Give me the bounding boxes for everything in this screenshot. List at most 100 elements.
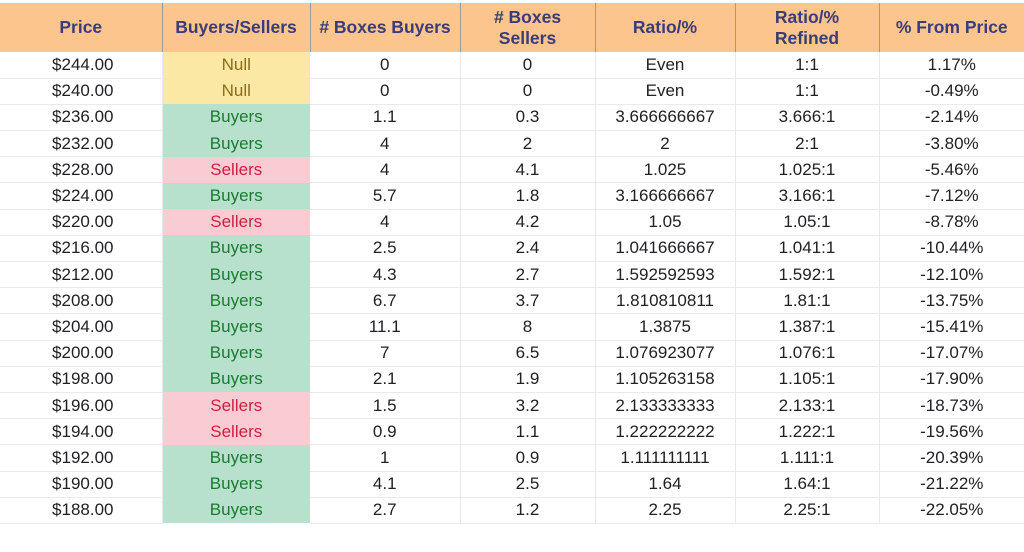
- cell-percent-from-price[interactable]: -17.07%: [879, 340, 1024, 367]
- cell-boxes-buyers[interactable]: 1.1: [310, 104, 461, 132]
- cell-boxes-buyers[interactable]: 0.9: [310, 418, 461, 446]
- cell-ratio-refined[interactable]: 1.041:1: [735, 235, 880, 263]
- cell-price[interactable]: $192.00: [0, 444, 163, 472]
- cell-boxes-buyers[interactable]: 7: [310, 340, 461, 367]
- cell-buyers-sellers-status[interactable]: Buyers: [162, 444, 310, 471]
- cell-price[interactable]: $224.00: [0, 182, 163, 210]
- cell-ratio[interactable]: 1.3875: [595, 313, 736, 341]
- cell-price[interactable]: $216.00: [0, 235, 163, 263]
- cell-price[interactable]: $232.00: [0, 130, 163, 158]
- cell-price[interactable]: $188.00: [0, 497, 163, 524]
- cell-percent-from-price[interactable]: -0.49%: [879, 78, 1024, 105]
- cell-price[interactable]: $208.00: [0, 287, 163, 315]
- cell-percent-from-price[interactable]: -12.10%: [879, 261, 1024, 289]
- cell-ratio[interactable]: 3.166666667: [595, 182, 736, 210]
- cell-buyers-sellers-status[interactable]: Buyers: [162, 130, 310, 157]
- cell-price[interactable]: $220.00: [0, 209, 163, 236]
- cell-percent-from-price[interactable]: -18.73%: [879, 392, 1024, 420]
- column-header-pct[interactable]: % From Price: [879, 3, 1024, 52]
- column-header-bs[interactable]: Buyers/Sellers: [162, 3, 311, 52]
- cell-percent-from-price[interactable]: 1.17%: [879, 52, 1024, 79]
- cell-boxes-sellers[interactable]: 0.3: [460, 104, 596, 132]
- cell-boxes-buyers[interactable]: 2.7: [310, 497, 461, 524]
- cell-ratio[interactable]: 1.105263158: [595, 366, 736, 393]
- cell-boxes-sellers[interactable]: 1.9: [460, 366, 596, 393]
- cell-ratio-refined[interactable]: 1.222:1: [735, 418, 880, 446]
- table-row[interactable]: $208.00 Buyers 6.7 3.7 1.810810811 1.81:1 -13.…: [0, 287, 1024, 315]
- cell-ratio[interactable]: 1.05: [595, 209, 736, 236]
- cell-buyers-sellers-status[interactable]: Buyers: [162, 313, 310, 341]
- cell-percent-from-price[interactable]: -10.44%: [879, 235, 1024, 263]
- table-row[interactable]: $220.00 Sellers 4 4.2 1.05 1.05:1 -8.78%: [0, 209, 1024, 236]
- cell-ratio-refined[interactable]: 1.387:1: [735, 313, 880, 341]
- cell-ratio-refined[interactable]: 1.81:1: [735, 287, 880, 315]
- cell-boxes-sellers[interactable]: 6.5: [460, 340, 596, 367]
- column-header-boxes_buy[interactable]: # Boxes Buyers: [310, 3, 461, 52]
- cell-buyers-sellers-status[interactable]: Null: [162, 78, 310, 105]
- cell-price[interactable]: $228.00: [0, 156, 163, 184]
- table-row[interactable]: $216.00 Buyers 2.5 2.4 1.041666667 1.041:1 -10…: [0, 235, 1024, 263]
- cell-boxes-buyers[interactable]: 2.5: [310, 235, 461, 263]
- cell-buyers-sellers-status[interactable]: Sellers: [162, 209, 310, 236]
- cell-boxes-buyers[interactable]: 2.1: [310, 366, 461, 393]
- cell-percent-from-price[interactable]: -13.75%: [879, 287, 1024, 315]
- cell-price[interactable]: $212.00: [0, 261, 163, 289]
- cell-ratio[interactable]: 1.041666667: [595, 235, 736, 263]
- cell-boxes-buyers[interactable]: 4.1: [310, 471, 461, 498]
- cell-ratio-refined[interactable]: 1.111:1: [735, 444, 880, 472]
- cell-boxes-sellers[interactable]: 2: [460, 130, 596, 158]
- cell-boxes-sellers[interactable]: 0.9: [460, 444, 596, 472]
- cell-ratio-refined[interactable]: 3.166:1: [735, 182, 880, 210]
- cell-ratio-refined[interactable]: 1.592:1: [735, 261, 880, 289]
- cell-buyers-sellers-status[interactable]: Buyers: [162, 287, 310, 314]
- cell-boxes-buyers[interactable]: 6.7: [310, 287, 461, 315]
- cell-price[interactable]: $200.00: [0, 340, 163, 367]
- cell-ratio[interactable]: 2.133333333: [595, 392, 736, 420]
- table-row[interactable]: $188.00 Buyers 2.7 1.2 2.25 2.25:1 -22.05%: [0, 497, 1024, 524]
- cell-boxes-buyers[interactable]: 11.1: [310, 313, 461, 341]
- cell-price[interactable]: $204.00: [0, 313, 163, 341]
- cell-ratio[interactable]: 3.666666667: [595, 104, 736, 132]
- cell-percent-from-price[interactable]: -17.90%: [879, 366, 1024, 393]
- table-row[interactable]: $192.00 Buyers 1 0.9 1.111111111 1.111:1 -20.3…: [0, 444, 1024, 472]
- cell-boxes-sellers[interactable]: 2.5: [460, 471, 596, 498]
- cell-percent-from-price[interactable]: -15.41%: [879, 313, 1024, 341]
- cell-ratio-refined[interactable]: 1.076:1: [735, 340, 880, 367]
- cell-buyers-sellers-status[interactable]: Buyers: [162, 235, 310, 262]
- cell-price[interactable]: $240.00: [0, 78, 163, 105]
- cell-percent-from-price[interactable]: -20.39%: [879, 444, 1024, 472]
- column-header-ratio_ref[interactable]: Ratio/% Refined: [735, 3, 880, 52]
- cell-ratio[interactable]: 1.222222222: [595, 418, 736, 446]
- cell-buyers-sellers-status[interactable]: Null: [162, 52, 310, 79]
- cell-ratio-refined[interactable]: 2:1: [735, 130, 880, 158]
- table-row[interactable]: $228.00 Sellers 4 4.1 1.025 1.025:1 -5.46%: [0, 156, 1024, 184]
- cell-ratio-refined[interactable]: 1.025:1: [735, 156, 880, 184]
- cell-ratio-refined[interactable]: 2.133:1: [735, 392, 880, 420]
- column-header-price[interactable]: Price: [0, 3, 163, 52]
- cell-boxes-sellers[interactable]: 4.2: [460, 209, 596, 236]
- table-row[interactable]: $224.00 Buyers 5.7 1.8 3.166666667 3.166:1 -7.…: [0, 182, 1024, 210]
- cell-boxes-sellers[interactable]: 2.7: [460, 261, 596, 289]
- cell-buyers-sellers-status[interactable]: Buyers: [162, 366, 310, 393]
- cell-buyers-sellers-status[interactable]: Buyers: [162, 182, 310, 210]
- cell-ratio-refined[interactable]: 1:1: [735, 78, 880, 105]
- cell-ratio-refined[interactable]: 2.25:1: [735, 497, 880, 524]
- cell-boxes-buyers[interactable]: 5.7: [310, 182, 461, 210]
- cell-ratio[interactable]: 1.64: [595, 471, 736, 498]
- cell-boxes-buyers[interactable]: 0: [310, 78, 461, 105]
- cell-boxes-sellers[interactable]: 8: [460, 313, 596, 341]
- cell-boxes-buyers[interactable]: 0: [310, 52, 461, 79]
- table-row[interactable]: $190.00 Buyers 4.1 2.5 1.64 1.64:1 -21.22%: [0, 471, 1024, 498]
- table-row[interactable]: $244.00 Null 0 0 Even 1:1 1.17%: [0, 52, 1024, 79]
- cell-boxes-buyers[interactable]: 4: [310, 156, 461, 184]
- table-row[interactable]: $232.00 Buyers 4 2 2 2:1 -3.80%: [0, 130, 1024, 158]
- table-row[interactable]: $196.00 Sellers 1.5 3.2 2.133333333 2.133:1 -1…: [0, 392, 1024, 420]
- cell-ratio-refined[interactable]: 1:1: [735, 52, 880, 79]
- cell-buyers-sellers-status[interactable]: Buyers: [162, 340, 310, 367]
- cell-boxes-sellers[interactable]: 0: [460, 78, 596, 105]
- cell-percent-from-price[interactable]: -3.80%: [879, 130, 1024, 158]
- cell-percent-from-price[interactable]: -8.78%: [879, 209, 1024, 236]
- table-row[interactable]: $198.00 Buyers 2.1 1.9 1.105263158 1.105:1 -17…: [0, 366, 1024, 393]
- cell-boxes-sellers[interactable]: 1.2: [460, 497, 596, 524]
- cell-buyers-sellers-status[interactable]: Buyers: [162, 104, 310, 131]
